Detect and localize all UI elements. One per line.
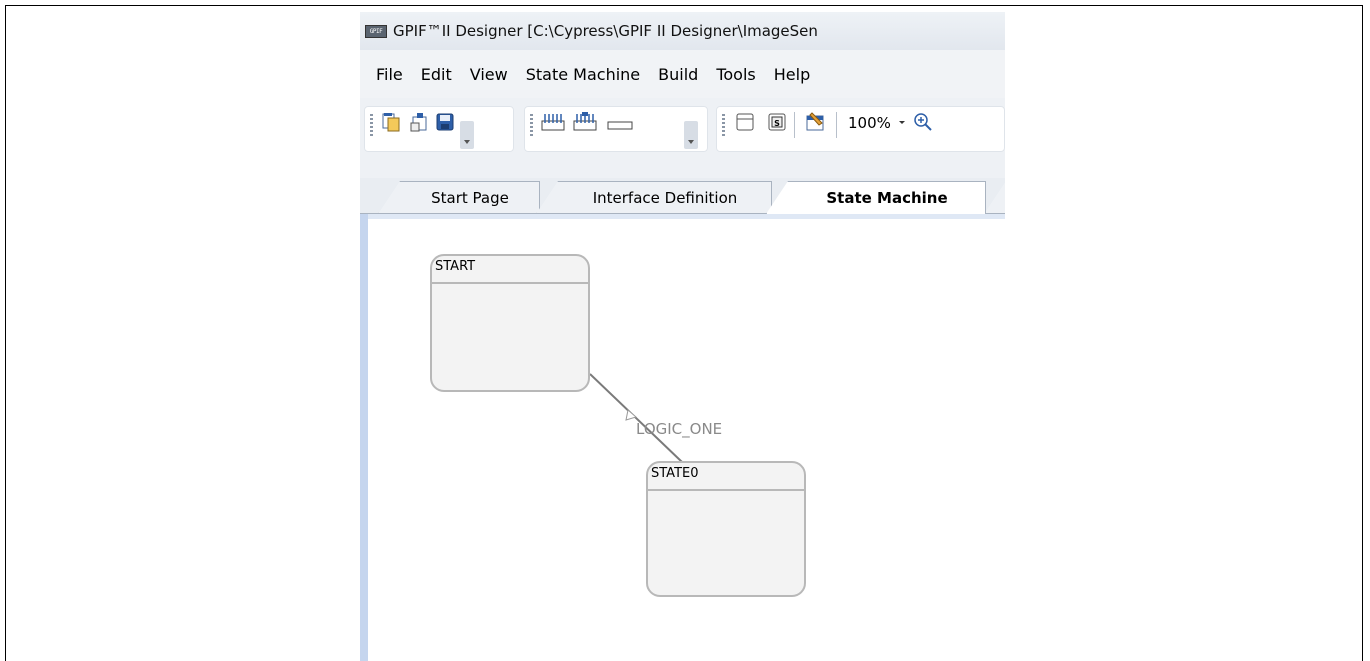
open-project-icon[interactable]	[408, 111, 430, 133]
state-start[interactable]: START	[430, 254, 590, 392]
state-title: START	[432, 256, 588, 284]
toolbar-overflow-button[interactable]	[460, 121, 474, 149]
menu-view[interactable]: View	[461, 65, 517, 84]
transition-condition-label[interactable]: LOGIC_ONE	[636, 420, 722, 438]
toolbar-separator	[794, 112, 795, 138]
output-pins-icon[interactable]	[572, 111, 598, 133]
state-icon[interactable]	[734, 111, 756, 133]
chevron-down-icon[interactable]	[896, 111, 908, 133]
toolbar-grip[interactable]	[530, 114, 533, 136]
toolbar-separator	[836, 112, 837, 138]
menu-bar: File Edit View State Machine Build Tools…	[360, 50, 1005, 98]
document-tabs: Start Page Interface Definition State Ma…	[360, 178, 1005, 214]
input-pins-icon[interactable]	[540, 111, 566, 133]
tab-label: Start Page	[431, 189, 509, 207]
menu-state-machine[interactable]: State Machine	[517, 65, 649, 84]
toolbar: S 100%	[360, 98, 1005, 178]
gpif-designer-window: GPIF GPIF™II Designer [C:\Cypress\GPIF I…	[360, 12, 1005, 661]
tab-label: State Machine	[826, 189, 948, 207]
new-project-icon[interactable]	[380, 111, 402, 133]
properties-icon[interactable]	[804, 111, 826, 133]
zoom-level-dropdown[interactable]: 100%	[848, 114, 891, 132]
state-state0[interactable]: STATE0	[646, 461, 806, 597]
tab-start-page[interactable]: Start Page	[378, 181, 540, 214]
tab-label: Interface Definition	[592, 189, 738, 207]
window-title: GPIF™II Designer [C:\Cypress\GPIF II Des…	[393, 22, 818, 40]
state-title: STATE0	[648, 463, 804, 491]
title-bar: GPIF GPIF™II Designer [C:\Cypress\GPIF I…	[360, 12, 1005, 50]
menu-help[interactable]: Help	[765, 65, 819, 84]
toolbar-grip[interactable]	[722, 114, 725, 136]
save-icon[interactable]	[434, 111, 456, 133]
zoom-in-icon[interactable]	[912, 111, 934, 133]
tab-interface-definition[interactable]: Interface Definition	[536, 181, 772, 214]
menu-tools[interactable]: Tools	[707, 65, 764, 84]
gpif-app-icon: GPIF	[365, 24, 387, 38]
tab-next[interactable]	[984, 181, 1005, 214]
tab-state-machine[interactable]: State Machine	[766, 181, 986, 214]
start-state-icon[interactable]: S	[766, 111, 788, 133]
flag-icon[interactable]	[606, 111, 634, 133]
menu-file[interactable]: File	[360, 65, 412, 84]
state-machine-canvas[interactable]: START STATE0 LOGIC_ONE	[360, 214, 1005, 661]
toolbar-overflow-button[interactable]	[684, 121, 698, 149]
svg-text:S: S	[774, 119, 780, 128]
toolbar-grip[interactable]	[370, 114, 373, 136]
menu-build[interactable]: Build	[649, 65, 707, 84]
menu-edit[interactable]: Edit	[412, 65, 461, 84]
